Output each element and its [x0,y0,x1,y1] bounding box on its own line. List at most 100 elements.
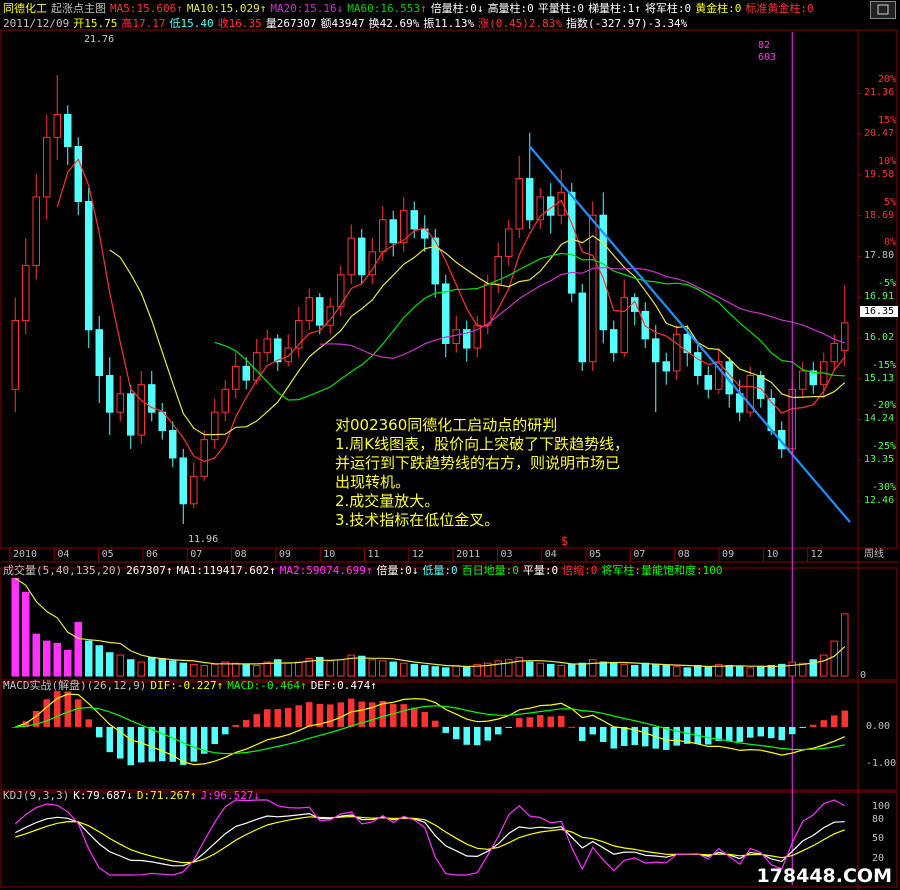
month-tick-label: 09 [278,549,291,560]
candle-body [63,113,72,148]
candle-body [567,191,576,294]
volume-bar [74,622,83,677]
volume-bar [63,649,72,677]
price-tick-label: 13.35 [864,454,895,466]
k-line [15,812,845,867]
header-field: J:96.527↓ [200,789,261,802]
month-tick-label: 07 [633,549,646,560]
annotation-line: 1.周K线图表，股价向上突破了下跌趋势线， [335,435,630,453]
pct-tick-label: 10% [877,155,896,167]
macd-histogram-bar [274,709,282,727]
volume-bar [42,640,51,677]
macd-histogram-bar [515,718,523,727]
pct-tick-label: 15% [877,115,896,127]
j-line [14,799,846,876]
macd-histogram-bar [53,691,61,727]
header-field: 将军柱:量能饱和度:100 [601,564,723,577]
volume-bar [431,666,440,677]
annotation-line: 3.技术指标在低位金叉。 [335,511,500,529]
macd-histogram-bar [778,726,786,741]
candle-body [609,329,618,354]
volume-bar [11,577,20,677]
candle-body [74,146,83,202]
volume-bar [567,663,576,677]
candle-body [830,342,839,363]
macd-histogram-bar [190,726,198,762]
volume-bar [683,667,692,677]
price-tick-label: 14.24 [864,413,895,425]
volume-bar [588,659,597,677]
volume-bar [515,656,524,677]
header-field: 成交量(5,40,135,20) [3,564,123,577]
kdj-tick-label: 50 [872,833,885,845]
period-label[interactable]: 周线 [864,549,884,561]
volume-bar [704,666,713,677]
macd-histogram-bar [158,726,166,762]
pct-tick-label: -25% [871,441,896,453]
header-field: 倍缩:0 [562,564,598,577]
macd-histogram-bar [64,691,72,727]
volume-header: 成交量(5,40,135,20) 267307↑ MA1:119417.602↑ MA… [3,564,727,578]
volume-bar [189,663,198,677]
candle-body [179,457,188,505]
candle-body [557,191,566,216]
macd-header: MACD实战(解盘)(26,12,9) DIF:-0.227↑ MACD:-0.46… [3,679,381,693]
kdj-header: KDJ(9,3,3) K:79.687↓ D:71.267↑ J:96.527↓ [3,789,264,803]
candle-body [756,375,765,399]
volume-bar [651,663,660,677]
candle-body [410,210,419,230]
month-tick-label: 12 [810,549,823,560]
macd-histogram-bar [830,715,838,727]
volume-bar [336,659,345,677]
candle-body [137,384,146,436]
analysis-annotation: 对002360同德化工启动点的研判 1.周K线图表，股价向上突破了下跌趋势线， … [335,416,629,530]
candle-body [42,136,51,198]
macd-histogram-bar [599,726,607,742]
macd-histogram-bar [641,726,649,747]
volume-bar [536,662,545,677]
candle-body [693,352,702,377]
macd-histogram-bar [820,720,828,727]
month-tick-label: 10 [766,549,779,560]
header-field: DIF:-0.227↑ [150,679,224,692]
month-tick-label: 05 [101,549,114,560]
month-tick-label: 12 [411,549,424,560]
panel-frame [0,567,898,681]
header-field: 267307↑ [126,564,173,577]
header-field: MACD实战(解盘)(26,12,9) [3,679,147,692]
volume-bar [399,662,408,677]
volume-bar [840,613,849,677]
macd-histogram-bar [400,704,408,727]
macd-histogram-bar [463,726,471,745]
macd-histogram-bar [410,707,418,727]
macd-histogram-bar [662,726,670,750]
volume-bar [53,642,62,677]
macd-histogram-bar [536,715,544,727]
high-price-label: 21.76 [84,34,115,45]
volume-bar [620,663,629,677]
candle-body [483,283,492,326]
volume-bar [126,659,135,677]
candle-body [263,338,272,354]
low-price-label: 11.96 [188,534,219,545]
candle-body [189,475,198,505]
volume-bar [546,663,555,677]
macd-histogram-bar [799,726,807,728]
macd-histogram-bar [505,726,513,728]
macd-histogram-bar [337,702,345,727]
macd-histogram-bar [673,726,681,746]
candle-body [504,228,513,257]
volume-bar [368,659,377,677]
volume-bar [693,665,702,677]
month-tick-label: 08 [234,549,247,560]
macd-histogram-bar [809,724,817,727]
candle-body [452,329,461,344]
macd-histogram-bar [284,708,292,727]
header-field: 倍量:0↓ [376,564,419,577]
volume-bar [389,661,398,677]
candle-body [242,365,251,381]
volume-bar [599,661,608,677]
macd-histogram-bar [746,726,754,738]
volume-bar [578,662,587,677]
candle-body [168,429,177,459]
